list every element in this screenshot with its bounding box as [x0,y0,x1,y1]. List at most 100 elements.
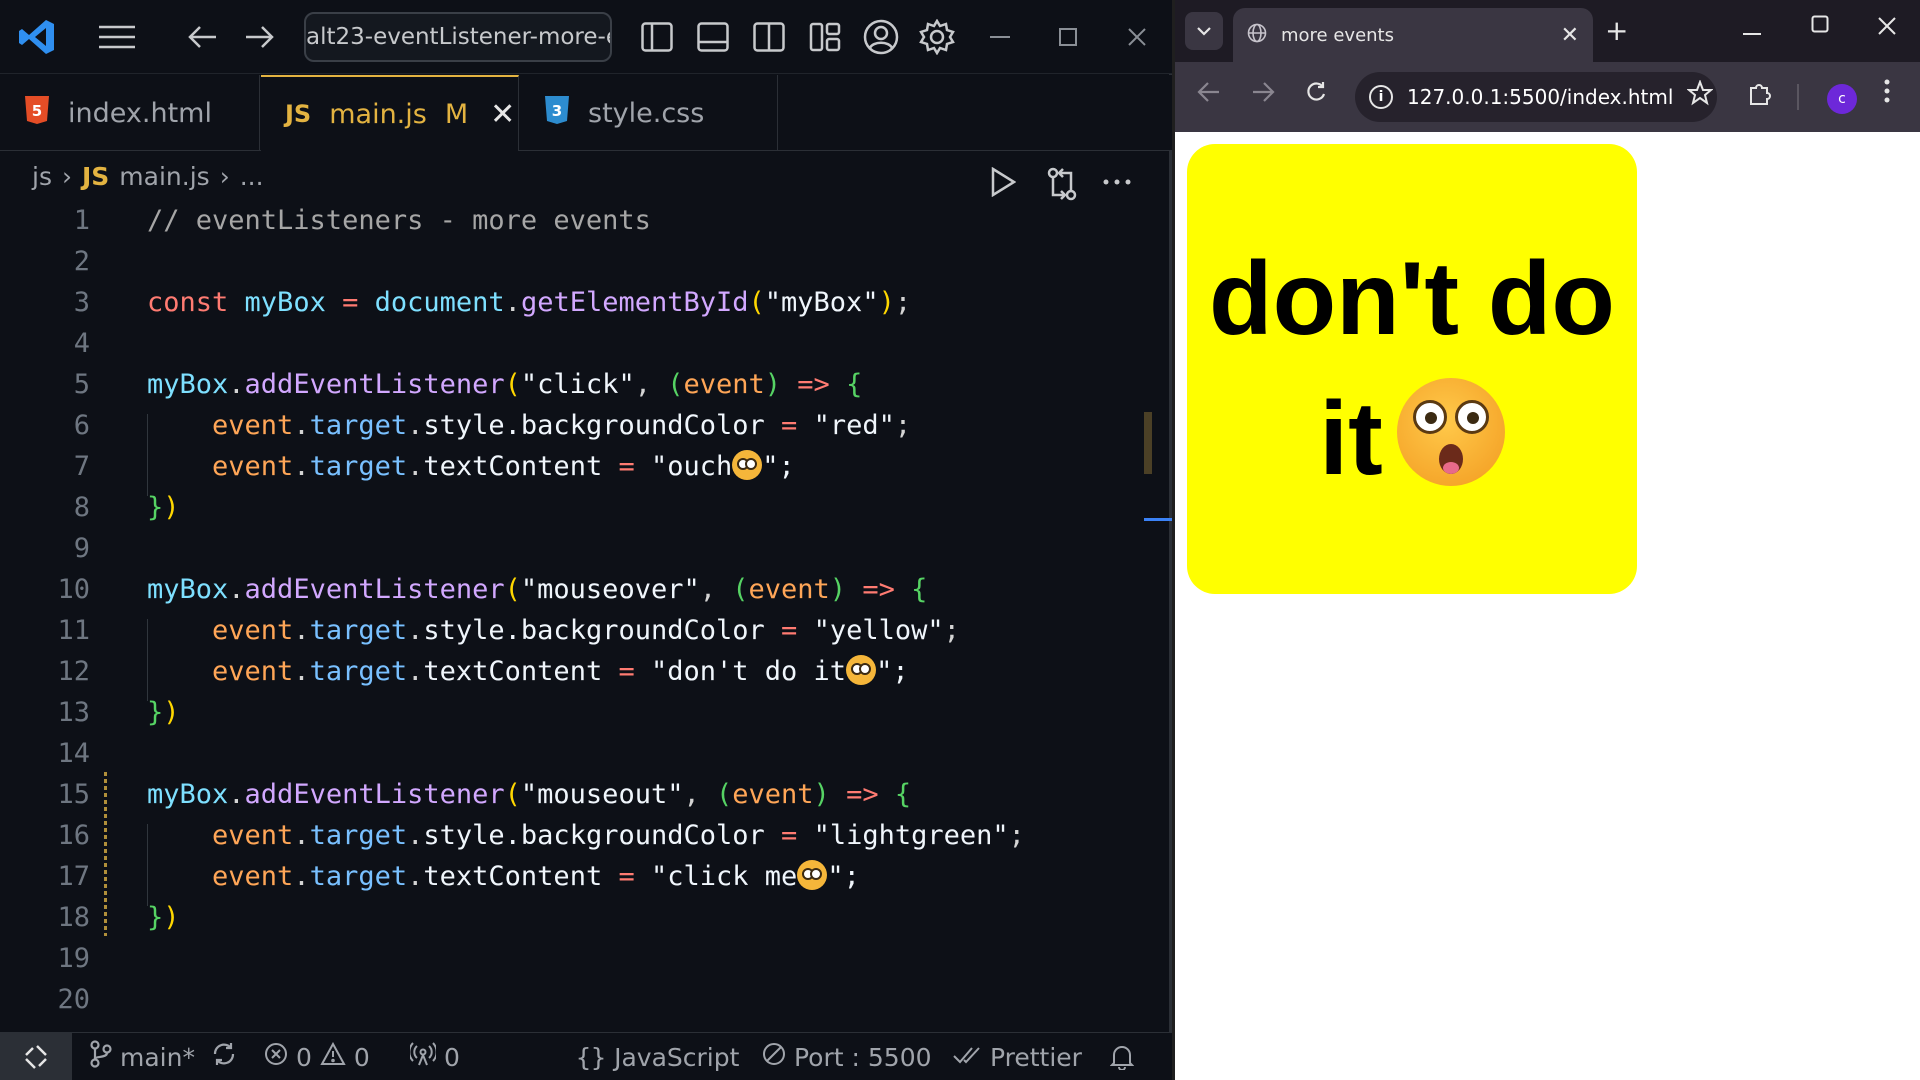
close-window-icon[interactable] [1877,10,1897,43]
code-line: 6 event.target.style.backgroundColor = "… [73,410,912,441]
modified-indicator: M [444,98,469,130]
flushed-face-emoji-icon [846,655,877,685]
code-line: 3 const myBox = document.getElementById("… [73,287,912,318]
run-icon[interactable] [990,166,1017,201]
warning-icon [320,1041,346,1072]
status-bar: main* 0 0 0 {} JavaScript Port: 5500 Pr… [0,1032,1172,1080]
grinning-face-emoji-icon [797,860,828,890]
reload-icon[interactable] [1305,80,1327,110]
code-line: 7 event.target.textContent = "ouch "; [73,450,795,482]
remote-indicator-icon[interactable] [0,1032,72,1080]
browser-tab[interactable]: more events ✕ [1233,8,1593,62]
forwarded-ports-status[interactable]: 0 [408,1033,460,1080]
tab-style-css[interactable]: 3 style.css [520,75,778,151]
more-actions-icon[interactable] [1102,167,1132,201]
url-text: 127.0.0.1:5500/index.html [1407,85,1674,109]
tab-search-chevron-icon[interactable] [1185,12,1223,50]
scrollbar-cursor-marker [1144,518,1172,521]
page-viewport: don't do it [1175,132,1920,1080]
tab-label: main.js [329,98,427,130]
notifications-bell-icon[interactable] [1110,1033,1134,1080]
back-arrow-icon[interactable] [1197,80,1221,110]
css3-icon: 3 [544,95,570,132]
close-tab-icon[interactable]: ✕ [490,97,515,132]
code-line: 10 myBox.addEventListener("mouseover", (e… [57,574,928,605]
code-line: 18}) [57,902,180,933]
svg-text:3: 3 [552,102,562,120]
scrollbar-change-marker[interactable] [1144,412,1152,474]
close-tab-icon[interactable]: ✕ [1561,23,1579,48]
new-tab-plus-icon[interactable]: + [1605,14,1628,47]
close-window-icon[interactable] [1114,14,1160,60]
extensions-puzzle-icon[interactable] [1747,80,1773,113]
code-editor[interactable]: 1// eventListeners - more events 2 3 cons… [0,200,1150,1030]
minimize-icon[interactable] [1743,14,1761,42]
code-line: 17 event.target.textContent = "click me "… [57,860,860,892]
vscode-logo-icon [14,14,60,60]
problems-status[interactable]: 0 0 [264,1033,370,1080]
prettier-status[interactable]: Prettier [952,1033,1082,1080]
tab-index-html[interactable]: 5 index.html [0,75,260,151]
sync-icon[interactable] [211,1041,237,1073]
code-line: 15 myBox.addEventListener("mouseout", (ev… [57,779,912,810]
javascript-file-icon: JS [81,161,110,191]
forward-arrow-icon[interactable] [236,14,282,60]
error-icon [264,1042,288,1072]
breadcrumb-symbol[interactable]: ... [240,162,264,191]
chevron-right-icon: › [61,161,72,191]
breadcrumb-folder[interactable]: js [32,162,52,191]
tab-label: index.html [68,97,212,129]
profile-avatar[interactable]: c [1827,84,1857,114]
breadcrumb-file[interactable]: main.js [119,162,209,191]
kebab-menu-icon[interactable] [1883,78,1891,111]
toggle-primary-sidebar-icon[interactable] [634,14,680,60]
git-branch-status[interactable]: main* [90,1033,237,1080]
site-info-icon[interactable]: i [1369,85,1393,109]
maximize-icon[interactable] [1811,14,1829,39]
forward-arrow-icon[interactable] [1251,80,1275,110]
tab-main-js[interactable]: JS main.js M ✕ [261,75,519,151]
javascript-file-icon: JS [285,100,312,128]
code-line: 4 [73,328,90,359]
svg-text:5: 5 [32,102,42,120]
bookmark-star-icon[interactable] [1686,79,1714,113]
command-center-search[interactable]: alt23-eventListener-more-e [304,12,612,62]
flushed-face-emoji-icon [1396,378,1505,486]
code-line: 1// eventListeners - more events [73,205,651,236]
code-line: 20 [57,984,90,1015]
back-arrow-icon[interactable] [180,14,226,60]
toggle-panel-icon[interactable] [690,14,736,60]
code-line: 11 event.target.style.backgroundColor = … [57,615,960,646]
code-line: 14 [57,738,90,769]
code-line: 8}) [73,492,180,523]
toggle-secondary-sidebar-icon[interactable] [746,14,792,60]
account-icon[interactable] [858,14,904,60]
chevron-right-icon: › [219,161,230,191]
settings-gear-icon[interactable] [914,14,960,60]
hamburger-menu-icon[interactable] [94,14,140,60]
browser-toolbar: i 127.0.0.1:5500/index.html c [1175,62,1920,132]
my-box-content: don't do it [1197,229,1627,509]
vscode-window: alt23-eventListener-more-e 5 index.html … [0,0,1172,1080]
prohibited-circle-icon [762,1042,786,1072]
live-server-port-status[interactable]: Port : 5500 [762,1033,932,1080]
code-line: 16 event.target.style.backgroundColor = … [57,820,1025,851]
broadcast-icon [408,1041,438,1073]
dizzy-face-emoji-icon [732,450,763,480]
code-line: 9 [73,533,90,564]
customize-layout-icon[interactable] [802,14,848,60]
my-box[interactable]: don't do it [1187,144,1637,594]
address-bar[interactable]: i 127.0.0.1:5500/index.html [1355,72,1717,122]
browser-tab-strip: more events ✕ + [1175,0,1920,62]
code-line: 5 myBox.addEventListener("click", (event)… [73,369,863,400]
minimize-icon[interactable] [977,14,1023,60]
code-line: 19 [57,943,90,974]
toolbar-divider [1797,84,1799,110]
globe-icon [1247,23,1267,48]
language-mode-status[interactable]: {} JavaScript [576,1033,739,1080]
git-branch-icon [90,1040,112,1074]
breadcrumb: js › JS main.js › ... [32,152,264,200]
maximize-icon[interactable] [1045,14,1091,60]
browser-window: more events ✕ + i 127.0.0.1:5500/index.h… [1175,0,1920,1080]
browser-tab-title: more events [1281,24,1394,46]
